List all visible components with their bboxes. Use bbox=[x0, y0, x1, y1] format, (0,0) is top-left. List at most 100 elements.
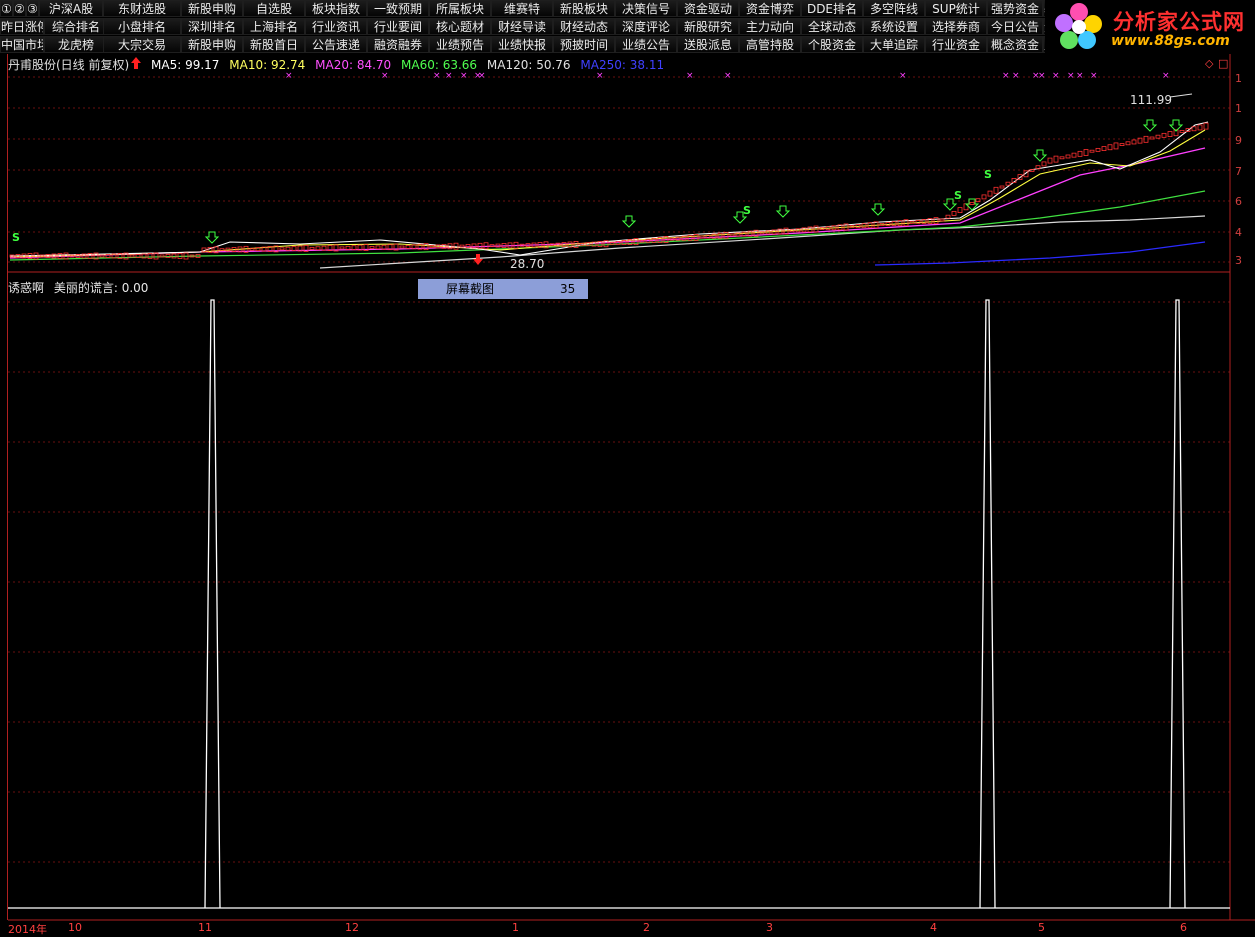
flower-logo-icon bbox=[1055, 3, 1102, 49]
menu-item[interactable]: 新股申购 bbox=[181, 0, 243, 17]
candle bbox=[1107, 144, 1113, 151]
menu-item[interactable]: 财经动态 bbox=[553, 18, 615, 35]
menu-item[interactable]: 多空阵线 bbox=[863, 0, 925, 17]
top-menu-bar: ① ② ③ 沪深A股 东财选股 新股申购 自选股 板块指数 一致预期 所属板块 维赛特 新股板块 决策信… bbox=[0, 0, 1047, 54]
menu-item[interactable]: 大单追踪 bbox=[863, 36, 925, 53]
menu-item[interactable]: 新股板块 bbox=[553, 0, 615, 17]
candle bbox=[477, 242, 483, 249]
candle bbox=[1065, 154, 1071, 159]
menu-item[interactable]: 送股派息 bbox=[677, 36, 739, 53]
candle bbox=[99, 254, 105, 258]
menu-item[interactable]: ③ bbox=[26, 0, 39, 17]
menu-item[interactable]: 所属板块 bbox=[429, 0, 491, 17]
menu-item[interactable]: 业绩快报 bbox=[491, 36, 553, 53]
logo-title: 分析家公式网 bbox=[1113, 10, 1245, 34]
candle bbox=[609, 241, 615, 245]
menu-item[interactable]: 沪深A股 bbox=[39, 0, 103, 17]
candle bbox=[945, 214, 951, 219]
menu-item[interactable]: DDE排名 bbox=[801, 0, 863, 17]
menu-item[interactable]: 资金驱动 bbox=[677, 0, 739, 17]
menu-item[interactable]: 东财选股 bbox=[103, 0, 181, 17]
menu-item[interactable]: 自选股 bbox=[243, 0, 305, 17]
down-arrow-icon bbox=[1032, 149, 1048, 162]
menu-item[interactable]: 大宗交易 bbox=[103, 36, 181, 53]
menu-item[interactable]: 昨日涨停 bbox=[0, 18, 44, 35]
menu-item[interactable]: 财经导读 bbox=[491, 18, 553, 35]
menu-item[interactable]: 行业资讯 bbox=[305, 18, 367, 35]
cross-mark-icon: × bbox=[686, 71, 694, 81]
candle bbox=[405, 245, 411, 249]
menu-item[interactable]: 个股资金 bbox=[801, 36, 863, 53]
candle bbox=[1131, 139, 1137, 145]
menu-item[interactable]: 选择券商 bbox=[925, 18, 987, 35]
menu-item[interactable]: 龙虎榜 bbox=[44, 36, 108, 53]
candle bbox=[1179, 129, 1185, 133]
candle bbox=[1071, 152, 1077, 158]
menu-item[interactable]: 系统设置 bbox=[863, 18, 925, 35]
menu-item[interactable]: 高管持股 bbox=[739, 36, 801, 53]
menu-item[interactable]: 新股首日 bbox=[243, 36, 305, 53]
cross-mark-icon: × bbox=[1090, 71, 1098, 81]
kline-chart-area[interactable]: × × × × × ×× × × × × × × ×× × × × × × S S S S 111.99 28.7… bbox=[0, 54, 1255, 936]
menu-item[interactable]: 资金博弈 bbox=[739, 0, 801, 17]
menu-item[interactable]: 行业要闻 bbox=[367, 18, 429, 35]
chart-option-icon[interactable]: ◇ bbox=[1205, 57, 1214, 70]
candle bbox=[987, 190, 993, 197]
cross-marks: × × × × × ×× × × × × × × ×× × × × × × bbox=[285, 71, 1170, 81]
cross-mark-icon: × bbox=[1038, 71, 1046, 81]
screenshot-badge[interactable]: 屏幕截图 35 bbox=[418, 279, 588, 299]
candle bbox=[933, 217, 939, 225]
menu-item[interactable]: 深圳排名 bbox=[181, 18, 243, 35]
menu-item[interactable]: 板块指数 bbox=[305, 0, 367, 17]
date-tick: 12 bbox=[345, 921, 359, 934]
price-tick: 7 bbox=[1235, 165, 1242, 178]
candle bbox=[1119, 143, 1125, 147]
price-tick: 1 bbox=[1235, 102, 1242, 115]
menu-item[interactable]: 业绩公告 bbox=[615, 36, 677, 53]
menu-item[interactable]: 融资融券 bbox=[367, 36, 429, 53]
stock-name: 丹甫股份(日线 前复权) bbox=[8, 58, 130, 72]
menu-item[interactable]: 预披时间 bbox=[553, 36, 615, 53]
date-tick: 5 bbox=[1038, 921, 1045, 934]
menu-item[interactable]: 强势资金 bbox=[987, 0, 1043, 17]
screenshot-count: 35 bbox=[560, 282, 576, 296]
menu-item[interactable]: 上海排名 bbox=[243, 18, 305, 35]
menu-item[interactable]: 核心题材 bbox=[429, 18, 491, 35]
candle bbox=[1155, 134, 1161, 139]
ma5-value: MA5: 99.17 bbox=[151, 58, 220, 72]
menu-item[interactable]: 深度评论 bbox=[615, 18, 677, 35]
menu-item[interactable]: 主力动向 bbox=[739, 18, 801, 35]
menu-item[interactable]: 概念资金 bbox=[987, 36, 1043, 53]
candle bbox=[1005, 181, 1011, 186]
menu-item[interactable]: 新股研究 bbox=[677, 18, 739, 35]
high-price-pointer bbox=[1169, 93, 1193, 98]
menu-item[interactable]: 新股申购 bbox=[181, 36, 243, 53]
cross-mark-icon: × bbox=[433, 71, 441, 81]
menu-item[interactable]: 维赛特 bbox=[491, 0, 553, 17]
menu-item[interactable]: 一致预期 bbox=[367, 0, 429, 17]
price-tick: 9 bbox=[1235, 134, 1242, 147]
candle bbox=[159, 254, 165, 258]
chart-option-icon[interactable]: □ bbox=[1218, 57, 1228, 70]
cross-mark-icon: × bbox=[596, 71, 604, 81]
menu-item[interactable]: 公告速递 bbox=[305, 36, 367, 53]
menu-item[interactable]: ② bbox=[13, 0, 26, 17]
candle bbox=[369, 246, 375, 249]
candle bbox=[981, 194, 987, 200]
menu-item[interactable]: SUP统计 bbox=[925, 0, 987, 17]
indicator-spike-2 bbox=[979, 299, 996, 909]
ma20-value: MA20: 84.70 bbox=[315, 58, 392, 72]
menu-item[interactable]: 中国市场 bbox=[0, 36, 44, 53]
cross-mark-icon: × bbox=[1162, 71, 1170, 81]
menu-item[interactable]: 今日公告 bbox=[987, 18, 1043, 35]
candle bbox=[693, 234, 699, 241]
menu-item[interactable]: ① bbox=[0, 0, 13, 17]
ma10-line bbox=[9, 129, 1206, 258]
menu-item[interactable]: 综合排名 bbox=[44, 18, 108, 35]
buy-signal-s-icon: S bbox=[12, 231, 20, 244]
menu-item[interactable]: 小盘排名 bbox=[103, 18, 181, 35]
menu-item[interactable]: 业绩预告 bbox=[429, 36, 491, 53]
menu-item[interactable]: 全球动态 bbox=[801, 18, 863, 35]
menu-item[interactable]: 行业资金 bbox=[925, 36, 987, 53]
menu-item[interactable]: 决策信号 bbox=[615, 0, 677, 17]
